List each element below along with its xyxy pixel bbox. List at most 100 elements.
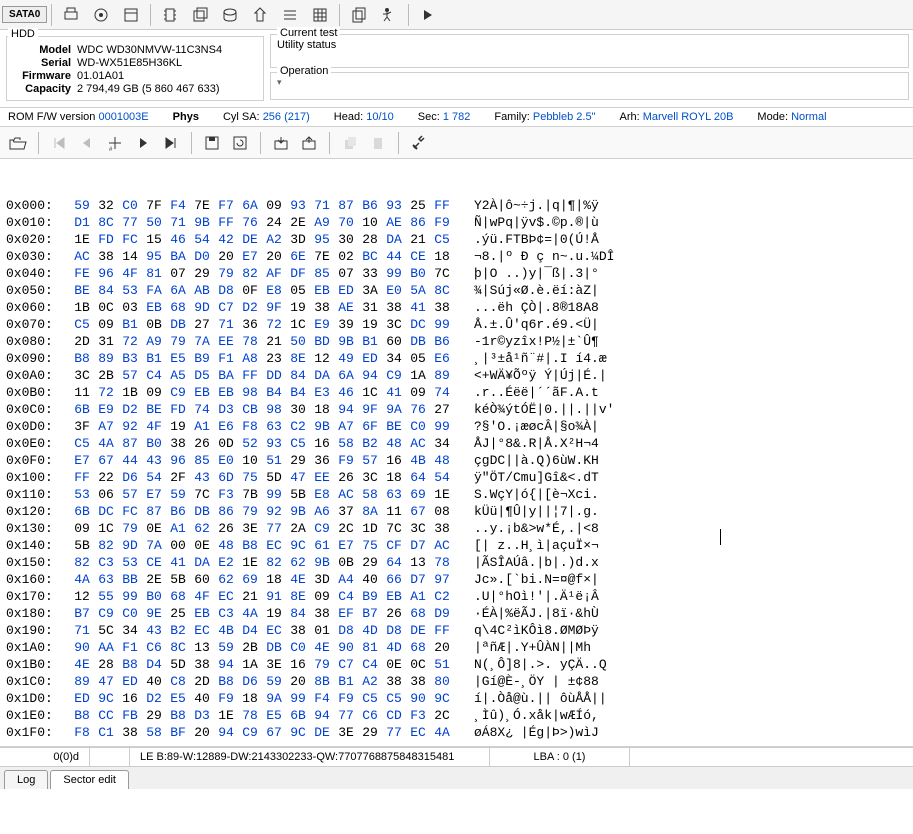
- tool-disk-icon[interactable]: [216, 2, 244, 28]
- hex-bytes[interactable]: 6BDCFC87B6DB8679929BA6378A116708: [70, 503, 454, 520]
- open-icon[interactable]: [5, 130, 31, 156]
- tool-5[interactable]: [186, 2, 214, 28]
- hex-row[interactable]: 0x110:530657E7597CF37B995BE8AC5863691ES.…: [6, 486, 907, 503]
- tool-copy-icon[interactable]: [345, 2, 373, 28]
- hex-ascii[interactable]: kÜü|¶Û|y||¦7|.g.: [474, 503, 599, 520]
- hex-ascii[interactable]: ÅJ|°8&.R|Å.X²H¬4: [474, 435, 599, 452]
- nav-last-icon[interactable]: [158, 130, 184, 156]
- hex-bytes[interactable]: 6BE9D2BEFD74D3CB983018949F9A7627: [70, 401, 454, 418]
- hex-bytes[interactable]: 11721B09C9EBEB98B4B4E3461C410974: [70, 384, 454, 401]
- tool-play-icon[interactable]: [414, 2, 442, 28]
- hex-ascii[interactable]: ...ëh ÇÒ|.8®18A8: [474, 299, 599, 316]
- hex-bytes[interactable]: 3C2B57C4A5D5BAFFDD84DA6A94C91A89: [70, 367, 454, 384]
- save-reload-icon[interactable]: [227, 130, 253, 156]
- hex-bytes[interactable]: 3FA7924F19A1E6F863C29BA76FBEC099: [70, 418, 454, 435]
- import-icon[interactable]: [268, 130, 294, 156]
- hex-row[interactable]: 0x000:5932C07FF47EF76A09937187B69325FFY2…: [6, 197, 907, 214]
- hex-ascii[interactable]: Ñ|wPq|ÿv$.©p.®|ù: [474, 214, 599, 231]
- hex-bytes[interactable]: B8CCFB29B8D31E78E56B9477C6CDF32C: [70, 707, 454, 724]
- hex-bytes[interactable]: 1B0C03EB689DC7D29F1938AE31384138: [70, 299, 454, 316]
- hex-row[interactable]: 0x0B0:11721B09C9EBEB98B4B4E3461C410974.r…: [6, 384, 907, 401]
- hex-ascii[interactable]: .r..Éëë|´´ãF.A.t: [474, 384, 599, 401]
- hex-row[interactable]: 0x0C0:6BE9D2BEFD74D3CB983018949F9A7627ké…: [6, 401, 907, 418]
- hex-bytes[interactable]: AC381495BAD020E7206E7E02BC44CE18: [70, 248, 454, 265]
- tools-icon[interactable]: [406, 130, 432, 156]
- tool-8[interactable]: [276, 2, 304, 28]
- operation-dropdown[interactable]: ▾: [277, 77, 902, 88]
- hex-bytes[interactable]: D18C7750719BFF76242EA97010AE86F9: [70, 214, 454, 231]
- hex-bytes[interactable]: 4A63BB2E5B606269184E3DA44066D797: [70, 571, 454, 588]
- hex-ascii[interactable]: |ÃSÎAÚâ.|b|.)d.x: [474, 554, 599, 571]
- hex-bytes[interactable]: 90AAF1C68C13592BDBC04E90814D6820: [70, 639, 454, 656]
- hex-row[interactable]: 0x170:125599B0684FEC21918E09C4B9EBA1C2.U…: [6, 588, 907, 605]
- hex-ascii[interactable]: ?§'O.¡æøcÂ|§o¾À|: [474, 418, 599, 435]
- hex-bytes[interactable]: B889B3B1E5B9F1A8238E1249ED3405E6: [70, 350, 454, 367]
- hex-bytes[interactable]: E76744439685E010512936F957164B48: [70, 452, 454, 469]
- export-icon[interactable]: [296, 130, 322, 156]
- hex-bytes[interactable]: FF22D6542F436D755D47EE263C186454: [70, 469, 454, 486]
- hex-row[interactable]: 0x010:D18C7750719BFF76242EA97010AE86F9Ñ|…: [6, 214, 907, 231]
- tool-1[interactable]: [57, 2, 85, 28]
- hex-ascii[interactable]: q\4C²ìKÔì8.ØMØÞÿ: [474, 622, 599, 639]
- hex-bytes[interactable]: 8947ED40C82DB8D659208BB1A2383880: [70, 673, 454, 690]
- hex-bytes[interactable]: C509B10BDB277136721CE939193CDC99: [70, 316, 454, 333]
- hex-ascii[interactable]: <+WÄ¥Õºÿ Ý|Új|É.|: [474, 367, 607, 384]
- hex-row[interactable]: 0x060:1B0C03EB689DC7D29F1938AE31384138..…: [6, 299, 907, 316]
- hex-ascii[interactable]: S.WçY|ó{|[è¬Xci.: [474, 486, 599, 503]
- hex-bytes[interactable]: 530657E7597CF37B995BE8AC5863691E: [70, 486, 454, 503]
- hex-bytes[interactable]: ED9C16D2E540F9189A99F4F9C5C5909C: [70, 690, 454, 707]
- hex-row[interactable]: 0x0D0:3FA7924F19A1E6F863C29BA76FBEC099?§…: [6, 418, 907, 435]
- hex-bytes[interactable]: B7C9C09E25EBC34A198438EFB72668D9: [70, 605, 454, 622]
- hex-ascii[interactable]: øÁ8X¿ |Ég|Þ>)wìJ: [474, 724, 599, 741]
- hex-row[interactable]: 0x050:BE8453FA6AABD80FE805EBED3AE05A8C¾|…: [6, 282, 907, 299]
- hex-row[interactable]: 0x190:715C3443B2EC4BD4EC3801D84DD8DEFFq\…: [6, 622, 907, 639]
- hex-row[interactable]: 0x1D0:ED9C16D2E540F9189A99F4F9C5C5909Cí|…: [6, 690, 907, 707]
- hex-ascii[interactable]: çgDC||à.Q)6ùW.KH: [474, 452, 599, 469]
- hex-ascii[interactable]: Y2À|ô~÷j.|q|¶|%ÿ: [474, 197, 599, 214]
- hex-ascii[interactable]: ¬8.|º Ð ç n~.u.¼DÎ: [474, 248, 614, 265]
- sata-tab[interactable]: SATA0: [2, 6, 47, 23]
- nav-goto-icon[interactable]: #: [102, 130, 128, 156]
- save-icon[interactable]: [199, 130, 225, 156]
- hex-row[interactable]: 0x140:5B829D7A000E48B8EC9C61E775CFD7AC[|…: [6, 537, 907, 554]
- hex-row[interactable]: 0x1E0:B8CCFB29B8D31E78E56B9477C6CDF32C¸Ì…: [6, 707, 907, 724]
- hex-row[interactable]: 0x1C0:8947ED40C82DB8D659208BB1A2383880|G…: [6, 673, 907, 690]
- hex-row[interactable]: 0x070:C509B10BDB277136721CE939193CDC99Å.…: [6, 316, 907, 333]
- hex-row[interactable]: 0x1F0:F8C13858BF2094C9679CDE3E2977EC4AøÁ…: [6, 724, 907, 741]
- hex-bytes[interactable]: BE8453FA6AABD80FE805EBED3AE05A8C: [70, 282, 454, 299]
- hex-ascii[interactable]: kéÒ¾ýtÓË|0.||.||v': [474, 401, 614, 418]
- hex-row[interactable]: 0x100:FF22D6542F436D755D47EE263C186454ÿ"…: [6, 469, 907, 486]
- hex-ascii[interactable]: -1r©yzîx!P½|±`Û¶: [474, 333, 599, 350]
- hex-row[interactable]: 0x1B0:4E28B8D45D38941A3E1679C7C40E0C51N(…: [6, 656, 907, 673]
- hex-bytes[interactable]: 091C790EA162263E772AC92C1D7C3C38: [70, 520, 454, 537]
- hex-row[interactable]: 0x1A0:90AAF1C68C13592BDBC04E90814D6820|ª…: [6, 639, 907, 656]
- hex-ascii[interactable]: N(¸Ô]8|.>. yÇÄ..Q: [474, 656, 607, 673]
- hex-ascii[interactable]: Jc».[`bi.N=¤@f×|: [474, 571, 599, 588]
- paste-icon[interactable]: [365, 130, 391, 156]
- hex-bytes[interactable]: FE964F8107297982AFDF85073399B07C: [70, 265, 454, 282]
- hex-bytes[interactable]: 4E28B8D45D38941A3E1679C7C40E0C51: [70, 656, 454, 673]
- hex-bytes[interactable]: F8C13858BF2094C9679CDE3E2977EC4A: [70, 724, 454, 741]
- nav-prev-icon[interactable]: [74, 130, 100, 156]
- nav-next-icon[interactable]: [130, 130, 156, 156]
- hex-ascii[interactable]: ..y.¡b&>w*É,.|<8: [474, 520, 599, 537]
- hex-ascii[interactable]: ·ÉÀ|%ëÃJ.|8ï·&hÙ: [474, 605, 599, 622]
- hex-ascii[interactable]: Å.±.Û'q6r.é9.<Ü|: [474, 316, 599, 333]
- hex-ascii[interactable]: |ªñÆ|.Y+ÛÀN||Mh: [474, 639, 599, 656]
- hex-bytes[interactable]: 715C3443B2EC4BD4EC3801D84DD8DEFF: [70, 622, 454, 639]
- hex-row[interactable]: 0x0E0:C54A87B038260D5293C51658B248AC34ÅJ…: [6, 435, 907, 452]
- nav-first-icon[interactable]: [46, 130, 72, 156]
- hex-row[interactable]: 0x030:AC381495BAD020E7206E7E02BC44CE18¬8…: [6, 248, 907, 265]
- hex-ascii[interactable]: ÿ"ÖT/Cmu]Gî&<.dT: [474, 469, 599, 486]
- hex-ascii[interactable]: þ|O ..)y|¯ß|.3|°: [474, 265, 599, 282]
- hex-row[interactable]: 0x0F0:E76744439685E010512936F957164B48çg…: [6, 452, 907, 469]
- hex-bytes[interactable]: 5932C07FF47EF76A09937187B69325FF: [70, 197, 454, 214]
- hex-row[interactable]: 0x160:4A63BB2E5B606269184E3DA44066D797Jc…: [6, 571, 907, 588]
- hex-ascii[interactable]: ¸|³±å¹ñ¨#|.I í4.æ: [474, 350, 607, 367]
- hex-ascii[interactable]: ¸Ìû)¸Ó.xåk|wÆÍó,: [474, 707, 599, 724]
- copy-icon[interactable]: [337, 130, 363, 156]
- hex-bytes[interactable]: 1EFDFC15465442DEA23D953028DA21C5: [70, 231, 454, 248]
- tool-chip-icon[interactable]: [156, 2, 184, 28]
- hex-bytes[interactable]: 2D3172A9797AEE782150BD9BB160DBB6: [70, 333, 454, 350]
- tool-7[interactable]: [246, 2, 274, 28]
